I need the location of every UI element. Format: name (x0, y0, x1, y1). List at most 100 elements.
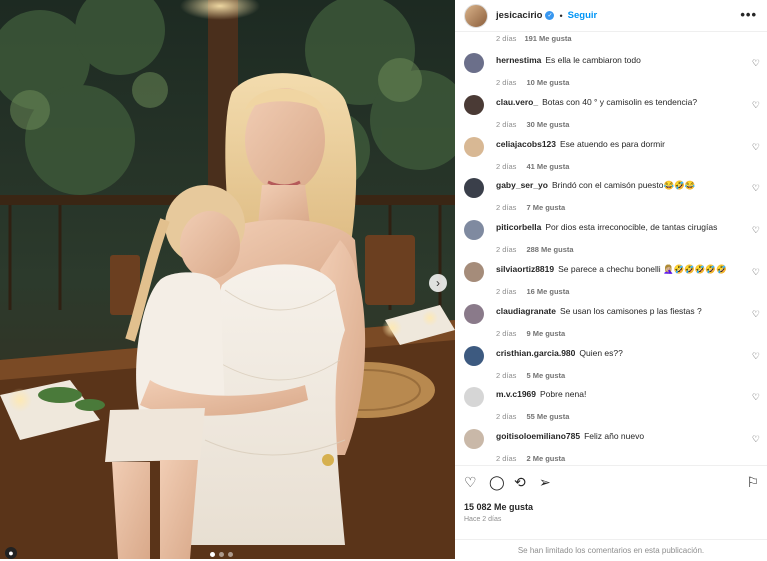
author-username[interactable]: jesicacirio (496, 10, 542, 21)
more-options-icon[interactable]: ••• (740, 7, 757, 22)
comment-meta: 2 días 2 Me gusta (496, 454, 565, 463)
post-header: jesicacirio ✓ • Seguir ••• (455, 0, 767, 32)
comment-time: 2 días (496, 328, 517, 338)
comment-likes[interactable]: 7 Me gusta (526, 203, 565, 212)
comment-time: 2 días (496, 370, 517, 380)
commenter-username[interactable]: piticorbella (496, 222, 541, 232)
comment-meta: 2 días 16 Me gusta (496, 287, 569, 296)
comment-meta: 2 días 5 Me gusta (496, 371, 565, 380)
comment-body: Es ella le cambiaron todo (545, 55, 641, 65)
comment-time: 2 días (496, 287, 517, 296)
comment-likes[interactable]: 30 Me gusta (526, 120, 569, 129)
comment-likes[interactable]: 9 Me gusta (526, 329, 565, 338)
likes-count[interactable]: 15 082 Me gusta (464, 502, 533, 512)
repost-icon[interactable]: ⟲ (514, 474, 526, 491)
chevron-right-icon[interactable]: › (429, 274, 447, 292)
comment-body: Por dios esta irreconocible, de tantas c… (545, 222, 718, 233)
comment-heart-icon[interactable]: ♡ (752, 267, 760, 278)
comment-meta: 2 días 9 Me gusta (496, 329, 565, 338)
commenter-avatar[interactable] (464, 136, 484, 157)
commenter-username[interactable]: cristhian.garcia.980 (496, 348, 575, 358)
commenter-username[interactable]: clau.vero_ (496, 97, 538, 107)
comment-body: Brindó con el camisón puesto😂🤣😂 (551, 180, 696, 191)
comment-text-line: clau.vero_ Botas con 40 ° y camisolin es … (496, 97, 697, 107)
post-side-panel: jesicacirio ✓ • Seguir ••• 2 días 191 Me … (455, 0, 767, 559)
commenter-avatar[interactable] (464, 53, 484, 73)
commenter-username[interactable]: goitisoloemiliano785 (496, 431, 580, 441)
comment-icon[interactable]: ◯ (489, 474, 505, 491)
comment-meta: 2 días 41 Me gusta (496, 162, 569, 171)
comment-likes[interactable]: 2 Me gusta (526, 454, 565, 463)
commenter-avatar[interactable] (464, 262, 484, 282)
commenter-username[interactable]: gaby_ser_yo (496, 180, 548, 190)
comment-text-line: cristhian.garcia.980 Quien es?? (496, 348, 623, 358)
comment-row: celiajacobs123 Ese atuendo es para dormir… (464, 136, 764, 177)
send-icon[interactable]: ➢ (539, 474, 551, 491)
comment-body: Se parece a chechu bonelli 🤦🏼‍♀️🤣🤣🤣🤣🤣 (558, 264, 727, 274)
photo-illustration (0, 0, 455, 559)
comment-likes[interactable]: 288 Me gusta (526, 245, 573, 254)
tagged-user-icon[interactable]: ● (5, 547, 17, 559)
comment-meta: 2 días 30 Me gusta (496, 120, 569, 129)
commenter-avatar[interactable] (464, 178, 484, 199)
commenter-avatar[interactable] (464, 387, 484, 408)
comment-text-line: hernestima Es ella le cambiaron todo (496, 55, 641, 65)
carousel-dot (219, 552, 224, 557)
comment-time: 2 días (496, 161, 517, 171)
comment-heart-icon[interactable]: ♡ (752, 434, 760, 445)
comment-row: goitisoloemiliano785 Feliz año nuevo 2 día… (464, 429, 764, 465)
commenter-avatar[interactable] (464, 429, 484, 450)
comment-heart-icon[interactable]: ♡ (752, 392, 760, 403)
comment-time: 2 días (496, 454, 517, 464)
comment-heart-icon[interactable]: ♡ (752, 183, 760, 194)
post-date: Hace 2 días (464, 516, 502, 523)
comment-likes[interactable]: 10 Me gusta (526, 78, 569, 87)
comment-likes[interactable]: 191 Me gusta (524, 34, 571, 43)
comment-body: Feliz año nuevo (584, 431, 645, 442)
author-avatar[interactable] (464, 3, 488, 28)
comment-likes[interactable]: 41 Me gusta (526, 162, 569, 171)
comment-heart-icon[interactable]: ♡ (752, 309, 760, 320)
comments-list[interactable]: 2 días 191 Me gusta hernestima Es ella le … (455, 31, 767, 465)
commenter-avatar[interactable] (464, 220, 484, 241)
comment-row: gaby_ser_yo Brindó con el camisón puesto😂… (464, 178, 764, 218)
comment-time: 2 días (496, 34, 517, 43)
comment-likes[interactable]: 16 Me gusta (526, 287, 569, 296)
comment-body: Pobre nena! (540, 389, 587, 400)
comment-heart-icon[interactable]: ♡ (752, 100, 760, 111)
comment-row: silviaortiz8819 Se parece a chechu bonell… (464, 262, 764, 302)
carousel-dots (210, 552, 233, 557)
follow-button[interactable]: Seguir (568, 10, 598, 21)
post-photo[interactable]: › ● (0, 0, 455, 559)
comment-likes[interactable]: 55 Me gusta (526, 412, 569, 421)
commenter-username[interactable]: m.v.c1969 (496, 389, 536, 399)
comments-limited-notice: Se han limitado los comentarios en esta … (455, 539, 767, 561)
commenter-username[interactable]: hernestima (496, 55, 541, 65)
comment-row: m.v.c1969 Pobre nena! 2 días 55 Me gusta ♡ (464, 387, 764, 427)
comment-likes[interactable]: 5 Me gusta (526, 371, 565, 380)
comment-meta: 2 días 288 Me gusta (496, 245, 574, 254)
comment-body: Botas con 40 ° y camisolin es tendencia? (542, 96, 698, 107)
comment-body: Quien es?? (579, 347, 623, 358)
commenter-username[interactable]: claudiagranate (496, 306, 556, 316)
comment-text-line: silviaortiz8819 Se parece a chechu bonell… (496, 264, 727, 275)
comment-heart-icon[interactable]: ♡ (752, 351, 760, 362)
verified-badge-icon: ✓ (545, 11, 555, 20)
comment-text-line: claudiagranate Se usan los camisones p la… (496, 306, 702, 316)
comment-time: 2 días (496, 119, 517, 129)
commenter-username[interactable]: celiajacobs123 (496, 139, 556, 149)
previous-comment-meta: 2 días 191 Me gusta (496, 34, 572, 43)
commenter-avatar[interactable] (464, 303, 484, 324)
commenter-avatar[interactable] (464, 94, 484, 115)
commenter-avatar[interactable] (464, 345, 484, 366)
comment-heart-icon[interactable]: ♡ (752, 142, 760, 153)
comment-heart-icon[interactable]: ♡ (752, 58, 760, 69)
commenter-username[interactable]: silviaortiz8819 (496, 264, 554, 274)
bookmark-icon[interactable]: ⚐ (746, 474, 759, 491)
comment-time: 2 días (496, 412, 517, 422)
comment-row: claudiagranate Se usan los camisones p la… (464, 303, 764, 344)
heart-icon[interactable]: ♡ (464, 474, 477, 491)
comment-row: hernestima Es ella le cambiaron todo 2 día… (464, 53, 764, 93)
comment-heart-icon[interactable]: ♡ (752, 225, 760, 236)
comment-meta: 2 días 7 Me gusta (496, 203, 565, 212)
